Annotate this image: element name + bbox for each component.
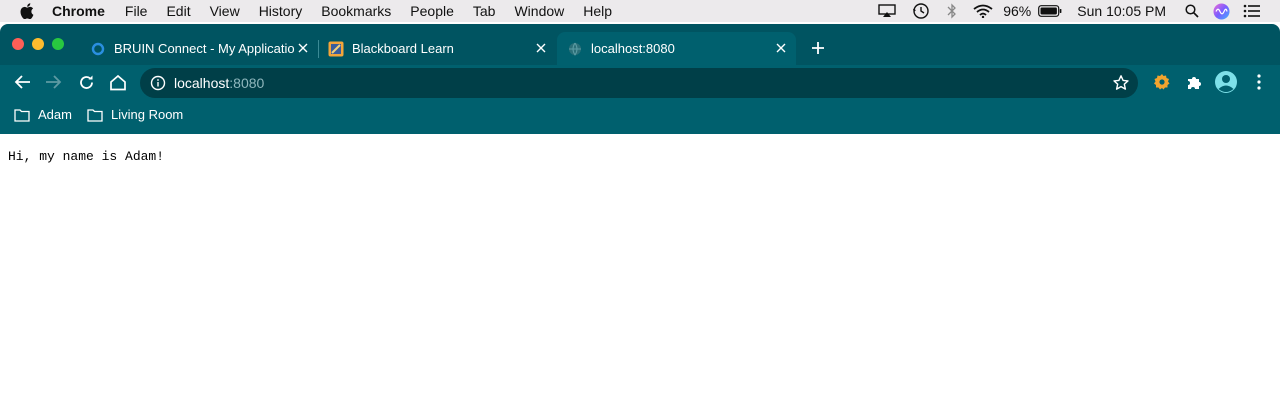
control-center-icon[interactable] <box>1242 4 1262 18</box>
menu-help[interactable]: Help <box>583 3 612 19</box>
new-tab-button[interactable] <box>808 38 828 58</box>
page-message: Hi, my name is Adam! <box>8 149 165 164</box>
tab-bruin-connect[interactable]: BRUIN Connect - My Applicatio <box>80 32 318 65</box>
maximize-window-button[interactable] <box>52 38 64 50</box>
siri-icon[interactable] <box>1212 3 1230 20</box>
airplay-icon[interactable] <box>877 4 897 18</box>
page-content: Hi, my name is Adam! <box>0 134 1280 415</box>
url-port: :8080 <box>229 75 265 91</box>
menubar-clock[interactable]: Sun 10:05 PM <box>1077 3 1166 19</box>
bluetooth-icon[interactable] <box>945 3 959 19</box>
close-tab-icon[interactable] <box>534 41 548 55</box>
blackboard-icon <box>328 41 344 57</box>
minimize-window-button[interactable] <box>32 38 44 50</box>
spotlight-icon[interactable] <box>1184 4 1200 18</box>
time-machine-icon[interactable] <box>911 2 931 20</box>
menu-history[interactable]: History <box>259 3 303 19</box>
tab-title: localhost:8080 <box>591 41 675 56</box>
bookmark-label: Living Room <box>111 107 184 122</box>
ring-icon <box>90 41 106 57</box>
app-menu-chrome[interactable]: Chrome <box>52 3 105 19</box>
bookmark-star-icon[interactable] <box>1112 74 1130 92</box>
apple-icon[interactable] <box>20 3 34 19</box>
close-tab-icon[interactable] <box>296 41 310 55</box>
menu-people[interactable]: People <box>410 3 454 19</box>
folder-icon <box>87 108 103 122</box>
bookmarks-bar: Adam Living Room <box>0 99 1280 134</box>
home-button[interactable] <box>108 72 128 92</box>
globe-icon <box>567 41 583 57</box>
url-host: localhost <box>174 75 230 91</box>
browser-window: BRUIN Connect - My Applicatio Blackboard… <box>0 24 1280 134</box>
url-text[interactable]: localhost:8080 <box>174 75 264 91</box>
menu-file[interactable]: File <box>125 3 148 19</box>
site-info-icon[interactable] <box>150 75 166 91</box>
wifi-icon[interactable] <box>973 4 993 18</box>
browser-toolbar: localhost:8080 <box>0 65 1280 99</box>
profile-avatar-icon[interactable] <box>1214 70 1238 94</box>
macos-menu-bar: Chrome File Edit View History Bookmarks … <box>0 0 1280 22</box>
reload-button[interactable] <box>76 72 96 92</box>
tab-localhost[interactable]: localhost:8080 <box>557 32 796 65</box>
menu-window[interactable]: Window <box>514 3 564 19</box>
tab-blackboard[interactable]: Blackboard Learn <box>318 32 556 65</box>
extension-gear-icon[interactable] <box>1152 72 1172 92</box>
tab-title: BRUIN Connect - My Applicatio <box>114 41 295 56</box>
menu-bookmarks[interactable]: Bookmarks <box>321 3 391 19</box>
bookmark-folder-adam[interactable]: Adam <box>14 107 72 122</box>
close-tab-icon[interactable] <box>774 41 788 55</box>
chrome-menu-icon[interactable] <box>1249 72 1269 92</box>
menu-view[interactable]: View <box>210 3 240 19</box>
close-window-button[interactable] <box>12 38 24 50</box>
bookmark-folder-living-room[interactable]: Living Room <box>87 107 183 122</box>
battery-icon[interactable] <box>1037 5 1063 17</box>
menu-edit[interactable]: Edit <box>166 3 190 19</box>
window-controls <box>12 38 72 50</box>
menu-tab[interactable]: Tab <box>473 3 496 19</box>
address-bar[interactable]: localhost:8080 <box>140 68 1138 98</box>
battery-percent: 96% <box>1003 3 1032 19</box>
folder-icon <box>14 108 30 122</box>
back-button[interactable] <box>12 72 32 92</box>
bookmark-label: Adam <box>38 107 72 122</box>
tab-title: Blackboard Learn <box>352 41 454 56</box>
forward-button[interactable] <box>44 72 64 92</box>
extensions-puzzle-icon[interactable] <box>1184 72 1204 92</box>
